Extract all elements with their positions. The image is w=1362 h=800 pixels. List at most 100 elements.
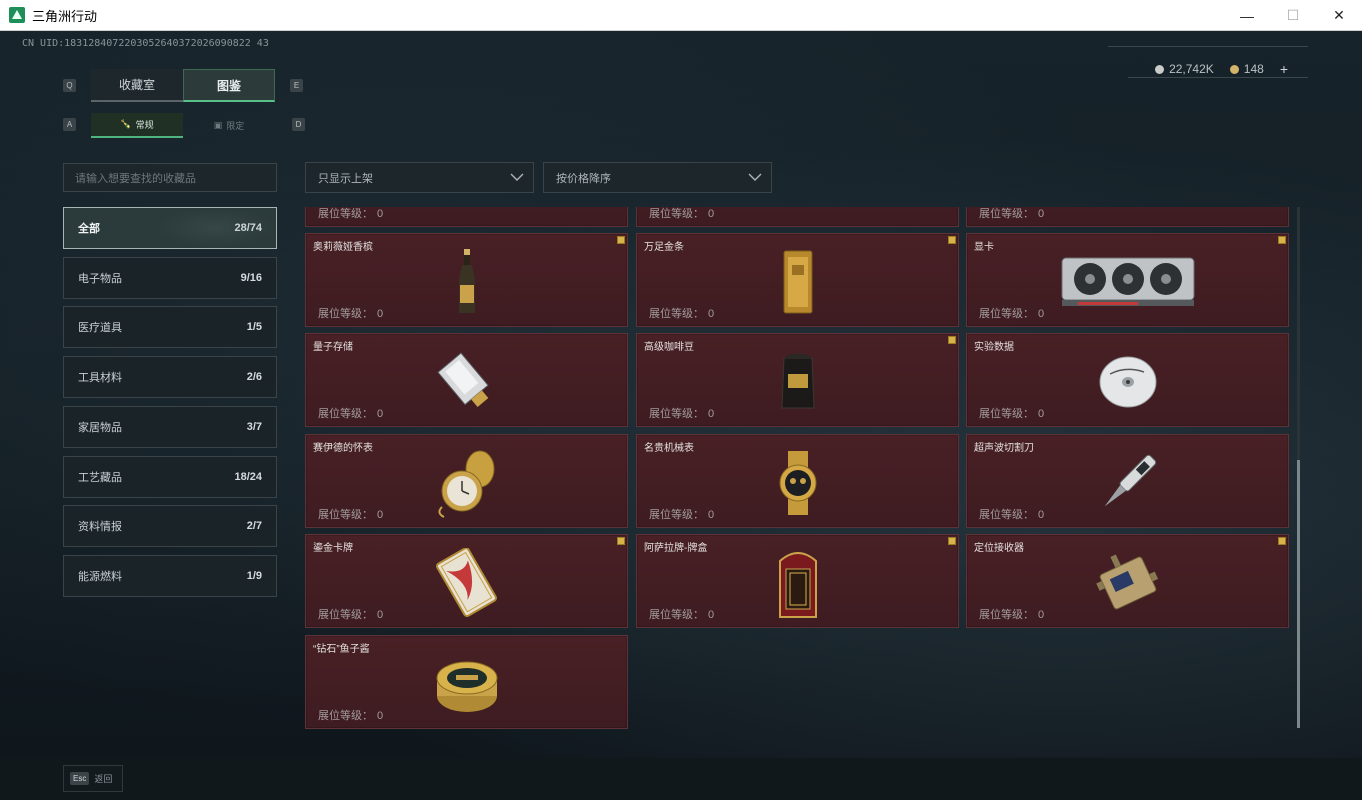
category-count: 1/9: [246, 570, 262, 582]
close-button[interactable]: ✕: [1316, 0, 1362, 31]
app-logo-icon: [9, 7, 25, 23]
display-level: 展位等级： 0: [645, 305, 714, 321]
item-card[interactable]: 定位接收器 展位等级： 0: [966, 534, 1289, 628]
tab-collection-room[interactable]: 收藏室: [91, 69, 183, 102]
item-name: 定位接收器: [974, 543, 1024, 554]
ultrasonic-cutter-icon: [1053, 443, 1203, 523]
category-medical[interactable]: 医疗道具 1/5: [63, 306, 277, 348]
category-count: 18/24: [234, 471, 262, 483]
category-electronics[interactable]: 电子物品 9/16: [63, 257, 277, 299]
item-name: 量子存储: [313, 342, 353, 353]
display-level: 展位等级： 0: [314, 305, 383, 321]
category-energy[interactable]: 能源燃料 1/9: [63, 555, 277, 597]
subtab-normal[interactable]: 🍾 常规: [91, 113, 183, 138]
locator-receiver-icon: [1053, 543, 1203, 623]
item-name: 高级咖啡豆: [644, 342, 694, 353]
display-level: 展位等级： 0: [645, 506, 714, 522]
level-value: 0: [1038, 609, 1045, 621]
item-card[interactable]: 超声波切割刀 展位等级： 0: [966, 434, 1289, 528]
item-name: 奥莉薇娅香槟: [313, 242, 373, 253]
display-level: 展位等级： 0: [314, 707, 383, 723]
item-card[interactable]: 实验数据 展位等级： 0: [966, 333, 1289, 427]
item-card[interactable]: 鎏金卡牌 展位等级： 0: [305, 534, 628, 628]
level-label: 展位等级：: [649, 609, 704, 621]
decor-line: [1128, 77, 1308, 78]
search-placeholder: 请输入想要查找的收藏品: [75, 172, 196, 185]
marker-flag-icon: [1278, 537, 1286, 545]
level-value: 0: [1038, 308, 1045, 320]
item-card[interactable]: 阿萨拉牌-牌盒 展位等级： 0: [636, 534, 959, 628]
category-label: 医疗道具: [78, 322, 122, 334]
item-name: 鎏金卡牌: [313, 543, 353, 554]
tab-atlas[interactable]: 图鉴: [183, 69, 275, 102]
item-card[interactable]: 量子存储 展位等级： 0: [305, 333, 628, 427]
category-intel[interactable]: 资料情报 2/7: [63, 505, 277, 547]
sort-dropdown[interactable]: 按价格降序: [543, 162, 772, 193]
minimize-button[interactable]: —: [1224, 0, 1270, 31]
level-value: 0: [377, 710, 384, 722]
level-label: 展位等级：: [649, 308, 704, 320]
item-card[interactable]: 名贵机械表 展位等级： 0: [636, 434, 959, 528]
item-card[interactable]: 展位等级： 0: [636, 207, 959, 227]
image-icon: ▣: [213, 120, 223, 130]
subtab-limited[interactable]: ▣ 限定: [183, 113, 275, 138]
category-count: 9/16: [240, 272, 262, 284]
scrollbar-thumb[interactable]: [1297, 460, 1300, 728]
search-input[interactable]: 请输入想要查找的收藏品: [63, 163, 277, 192]
level-label: 展位等级：: [318, 308, 373, 320]
level-label: 展位等级：: [318, 609, 373, 621]
gold-currency[interactable]: 148: [1229, 62, 1264, 76]
chevron-down-icon: [748, 173, 762, 181]
item-card[interactable]: 高级咖啡豆 展位等级： 0: [636, 333, 959, 427]
quantum-storage-icon: [392, 342, 542, 422]
display-level: 展位等级： 0: [314, 405, 383, 421]
category-label: 工艺藏品: [78, 472, 122, 484]
gold-amount: 148: [1243, 62, 1264, 76]
add-currency-button[interactable]: +: [1280, 61, 1288, 77]
display-level: 展位等级： 0: [975, 506, 1044, 522]
level-value: 0: [708, 509, 715, 521]
item-name: 显卡: [974, 242, 994, 253]
level-value: 0: [377, 408, 384, 420]
silver-amount: 22,742K: [1169, 62, 1214, 76]
item-card[interactable]: “钻石”鱼子酱 展位等级： 0: [305, 635, 628, 729]
category-household[interactable]: 家居物品 3/7: [63, 406, 277, 448]
item-card[interactable]: 万足金条 展位等级： 0: [636, 233, 959, 327]
level-label: 展位等级：: [649, 208, 704, 220]
silver-currency[interactable]: 22,742K: [1155, 62, 1214, 76]
marker-flag-icon: [617, 537, 625, 545]
show-filter-dropdown[interactable]: 只显示上架: [305, 162, 534, 193]
display-level: 展位等级： 0: [975, 405, 1044, 421]
maximize-button[interactable]: ☐: [1270, 0, 1316, 31]
back-label: 返回: [94, 774, 113, 784]
sort-value: 按价格降序: [556, 172, 611, 185]
category-count: 2/7: [246, 520, 262, 532]
chevron-down-icon: [510, 173, 524, 181]
subtab-limited-label: 限定: [226, 121, 245, 131]
level-value: 0: [708, 208, 715, 220]
item-card[interactable]: 展位等级： 0: [966, 207, 1289, 227]
data-disc-icon: [1053, 342, 1203, 422]
item-card[interactable]: 展位等级： 0: [305, 207, 628, 227]
gilded-card-icon: [392, 543, 542, 623]
category-label: 工具材料: [78, 372, 122, 384]
category-crafts[interactable]: 工艺藏品 18/24: [63, 456, 277, 498]
display-level: 展位等级： 0: [975, 606, 1044, 622]
item-name: “钻石”鱼子酱: [313, 644, 370, 655]
uid-label: CN UID:1831284072203052640372026090822 4…: [22, 38, 269, 49]
category-tools[interactable]: 工具材料 2/6: [63, 356, 277, 398]
display-level: 展位等级： 0: [645, 606, 714, 622]
level-label: 展位等级：: [318, 509, 373, 521]
window-titlebar: 三角洲行动 — ☐ ✕: [0, 0, 1362, 31]
back-button[interactable]: Esc 返回: [63, 765, 123, 792]
display-level: 展位等级： 0: [645, 405, 714, 421]
next-subtab-key-hint: D: [292, 118, 305, 131]
item-card[interactable]: 显卡 展位等级： 0: [966, 233, 1289, 327]
item-card[interactable]: 赛伊德的怀表 展位等级： 0: [305, 434, 628, 528]
marker-flag-icon: [948, 336, 956, 344]
level-label: 展位等级：: [979, 509, 1034, 521]
category-all[interactable]: 全部 28/74: [63, 207, 277, 249]
item-card[interactable]: 奥莉薇娅香槟 展位等级： 0: [305, 233, 628, 327]
level-value: 0: [377, 509, 384, 521]
level-label: 展位等级：: [318, 710, 373, 722]
